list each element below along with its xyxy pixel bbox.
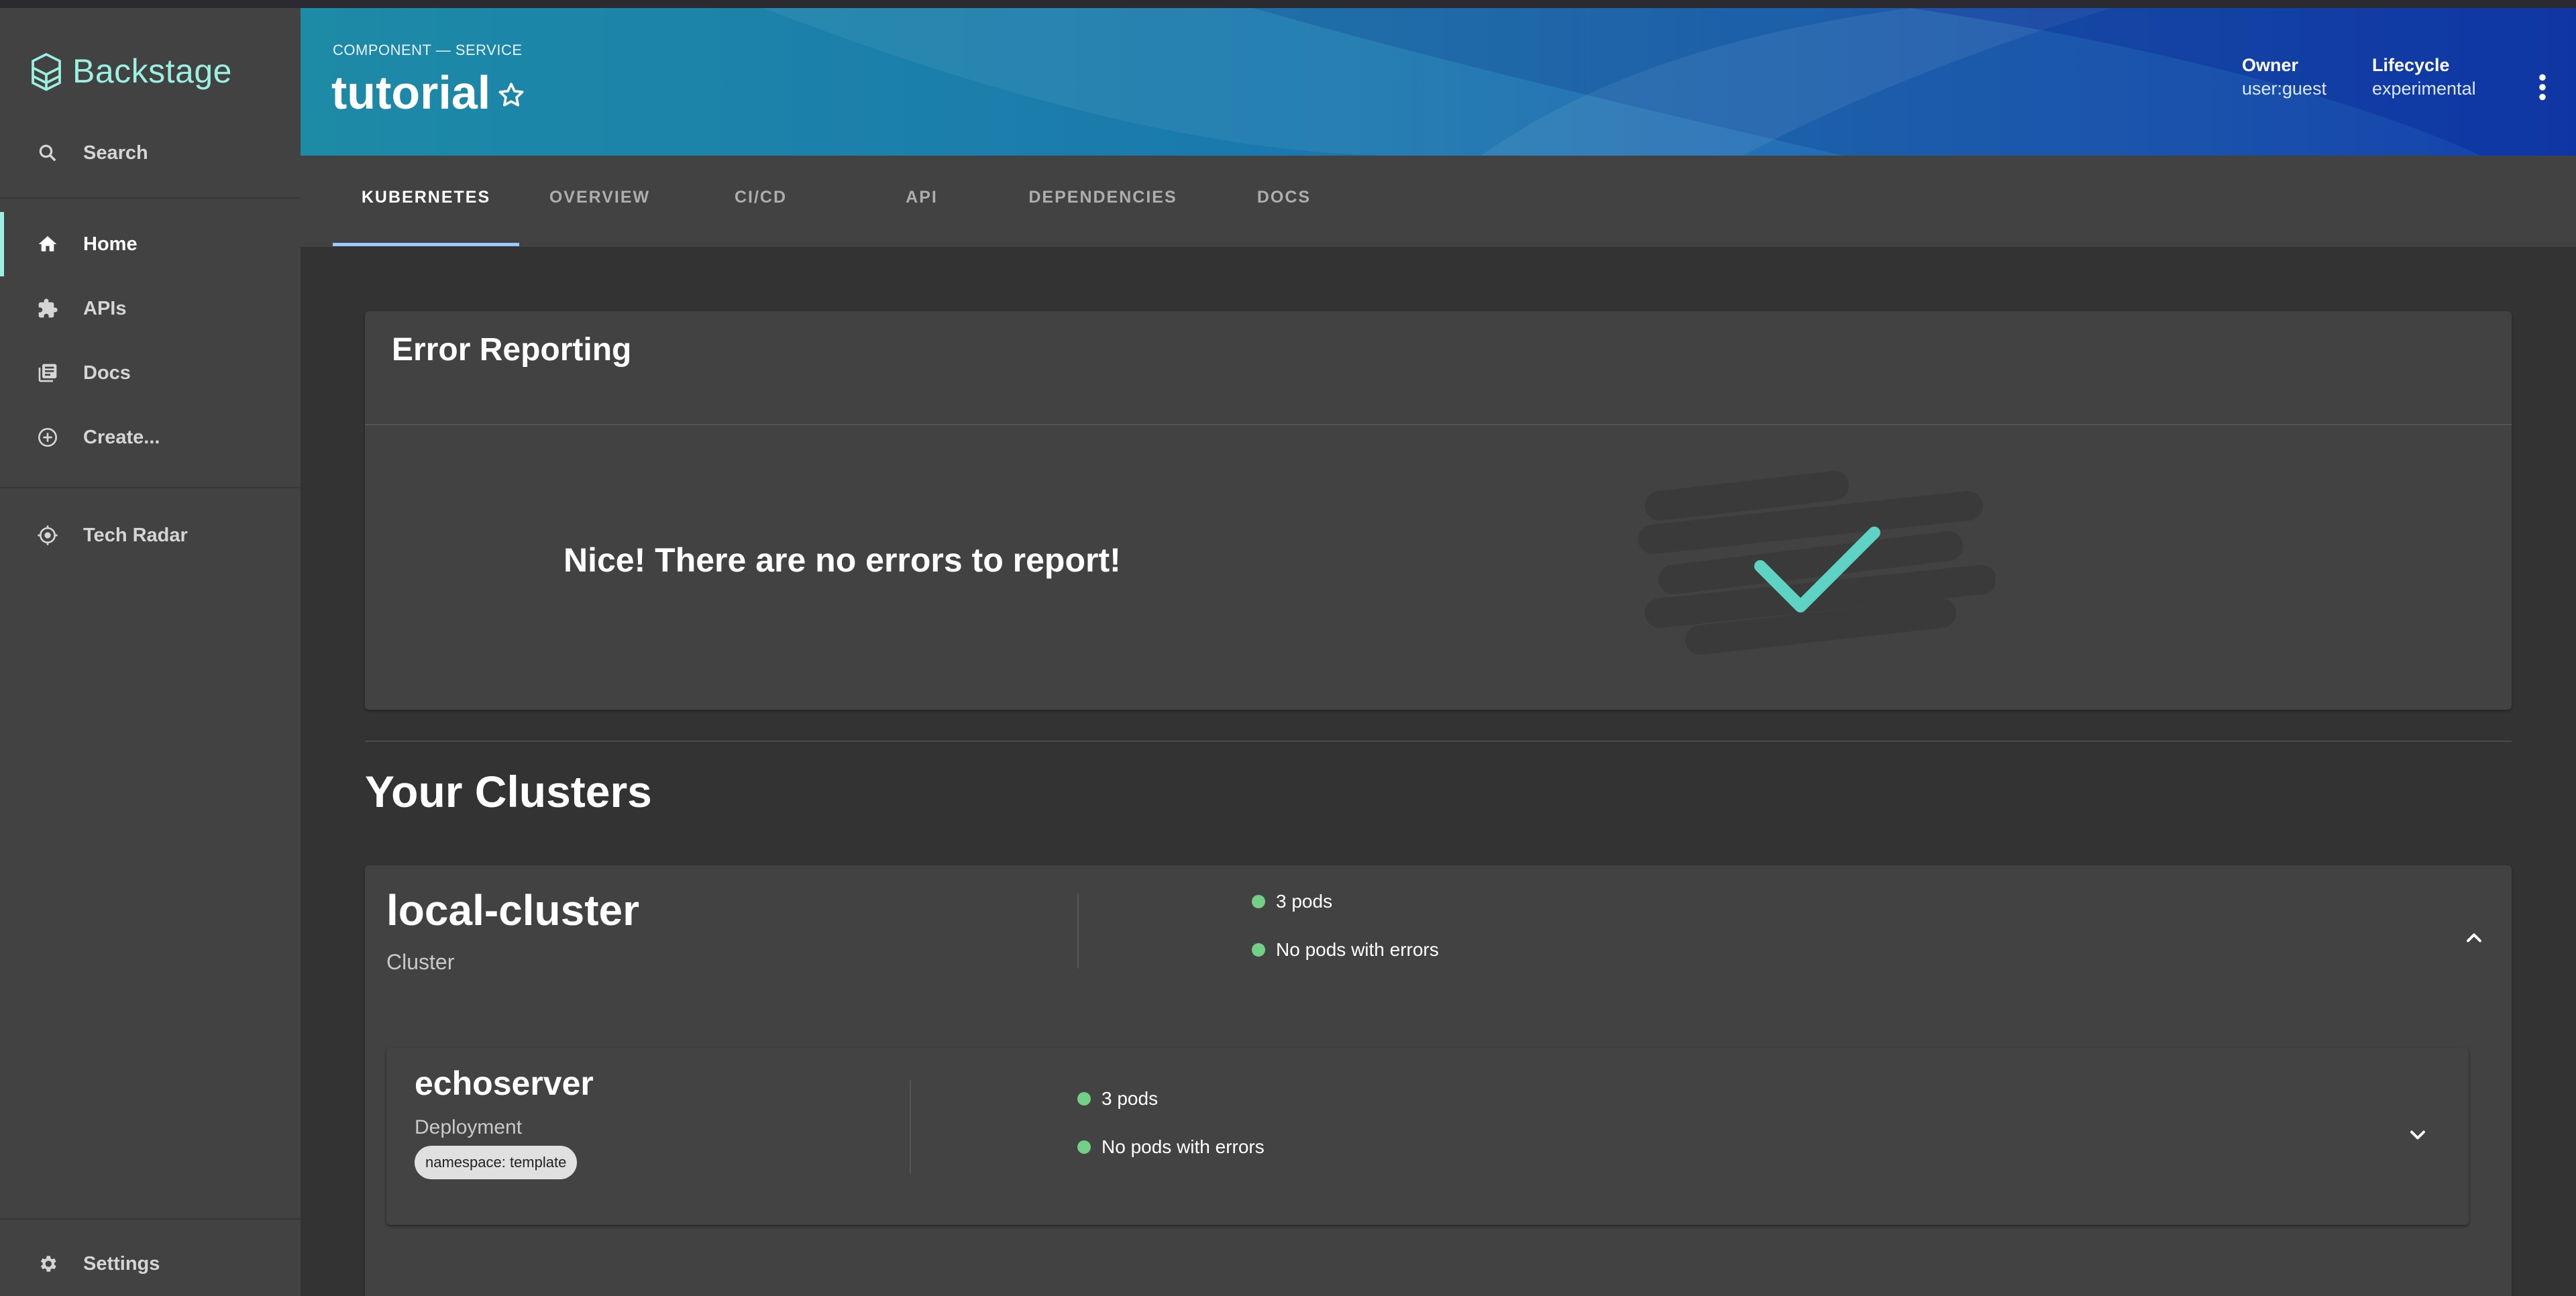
status-ok-dot <box>1252 943 1265 957</box>
deployment-errors-status: No pods with errors <box>1077 1136 1265 1158</box>
cluster-errors-text: No pods with errors <box>1276 939 1439 960</box>
deployment-name: echoserver <box>415 1065 594 1102</box>
add-circle-icon <box>35 425 60 450</box>
app-name: Backstage <box>72 52 232 90</box>
tab-dependencies[interactable]: DEPENDENCIES <box>1002 188 1203 207</box>
sidebar-item-label: Docs <box>83 362 131 384</box>
cluster-errors-status: No pods with errors <box>1252 939 1439 961</box>
section-divider <box>365 741 2512 742</box>
tab-overview[interactable]: OVERVIEW <box>519 188 680 207</box>
tab-api[interactable]: API <box>841 188 1002 207</box>
home-icon <box>35 231 60 257</box>
section-title: Your Clusters <box>365 767 652 816</box>
owner-label: Owner <box>2242 55 2299 75</box>
backstage-logo[interactable]: Backstage <box>30 51 232 91</box>
library-icon <box>35 360 60 386</box>
more-options-icon[interactable] <box>2536 72 2549 102</box>
header-wave-decoration <box>763 8 2576 156</box>
tab-kubernetes[interactable]: KUBERNETES <box>333 188 519 207</box>
chevron-down-icon[interactable] <box>2406 1123 2430 1147</box>
sidebar-item-tech-radar[interactable]: Tech Radar <box>0 503 301 568</box>
sidebar-divider <box>0 487 301 488</box>
search-icon <box>35 140 60 166</box>
sidebar-item-label: Tech Radar <box>83 524 188 546</box>
deployment-type: Deployment <box>415 1116 523 1138</box>
error-reporting-card: Error Reporting Nice! There are no error… <box>365 311 2512 710</box>
window-top-bar <box>0 0 2576 8</box>
sidebar-item-create[interactable]: Create... <box>0 405 301 470</box>
status-ok-dot <box>1077 1140 1091 1154</box>
owner-meta: Owner user:guest <box>2242 55 2326 99</box>
sidebar-search-label: Search <box>83 142 148 164</box>
sidebar-divider <box>0 1218 301 1220</box>
entity-tabs: KUBERNETES OVERVIEW CI/CD API DEPENDENCI… <box>301 156 2576 247</box>
sidebar-item-apis[interactable]: APIs <box>0 276 301 341</box>
no-errors-message: Nice! There are no errors to report! <box>564 541 1121 579</box>
lifecycle-label: Lifecycle <box>2372 55 2450 75</box>
deployment-pods-count: 3 pods <box>1102 1088 1159 1109</box>
cluster-name: local-cluster <box>386 886 640 934</box>
cluster-separator <box>1077 894 1079 969</box>
tab-ci-cd[interactable]: CI/CD <box>680 188 841 207</box>
sidebar-item-label: APIs <box>83 297 127 319</box>
deployment-pods-status: 3 pods <box>1077 1088 1158 1110</box>
sidebar-divider <box>0 197 301 199</box>
deployment-errors-text: No pods with errors <box>1102 1136 1265 1157</box>
card-title: Error Reporting <box>392 332 632 368</box>
puzzle-icon <box>35 296 60 321</box>
active-tab-indicator <box>333 243 519 246</box>
chevron-up-icon[interactable] <box>2462 926 2486 950</box>
sidebar-item-label: Home <box>83 233 138 255</box>
entity-kind-subtitle: COMPONENT — SERVICE <box>333 42 523 58</box>
lifecycle-meta: Lifecycle experimental <box>2372 55 2476 99</box>
sidebar-item-label: Settings <box>83 1252 160 1275</box>
page-title: tutorial <box>331 66 491 119</box>
cluster-type: Cluster <box>386 950 455 974</box>
cluster-pods-count: 3 pods <box>1276 891 1333 912</box>
card-divider <box>365 424 2512 425</box>
cluster-pods-status: 3 pods <box>1252 891 1332 912</box>
sidebar-search[interactable]: Search <box>0 121 301 185</box>
deployment-separator <box>910 1080 911 1174</box>
cluster-card: local-cluster Cluster 3 pods No pods wit… <box>365 865 2512 1296</box>
backstage-logo-icon <box>32 52 61 91</box>
sidebar: Backstage Search Home APIs Docs Create..… <box>0 8 301 1296</box>
gear-icon <box>35 1251 60 1277</box>
status-ok-dot <box>1252 895 1265 908</box>
sidebar-item-docs[interactable]: Docs <box>0 341 301 405</box>
star-icon[interactable] <box>495 79 527 111</box>
owner-value[interactable]: user:guest <box>2242 78 2326 99</box>
check-illustration-icon <box>1638 471 1995 655</box>
sidebar-item-label: Create... <box>83 426 160 448</box>
sidebar-item-settings[interactable]: Settings <box>0 1232 301 1296</box>
status-ok-dot <box>1077 1092 1091 1105</box>
page-header: COMPONENT — SERVICE tutorial Owner user:… <box>301 8 2576 156</box>
tab-docs[interactable]: DOCS <box>1203 188 1364 207</box>
namespace-chip: namespace: template <box>415 1146 578 1179</box>
deployment-card: echoserver Deployment namespace: templat… <box>386 1048 2469 1225</box>
sidebar-item-home[interactable]: Home <box>0 212 301 276</box>
radar-icon <box>35 523 60 548</box>
lifecycle-value: experimental <box>2372 78 2476 99</box>
